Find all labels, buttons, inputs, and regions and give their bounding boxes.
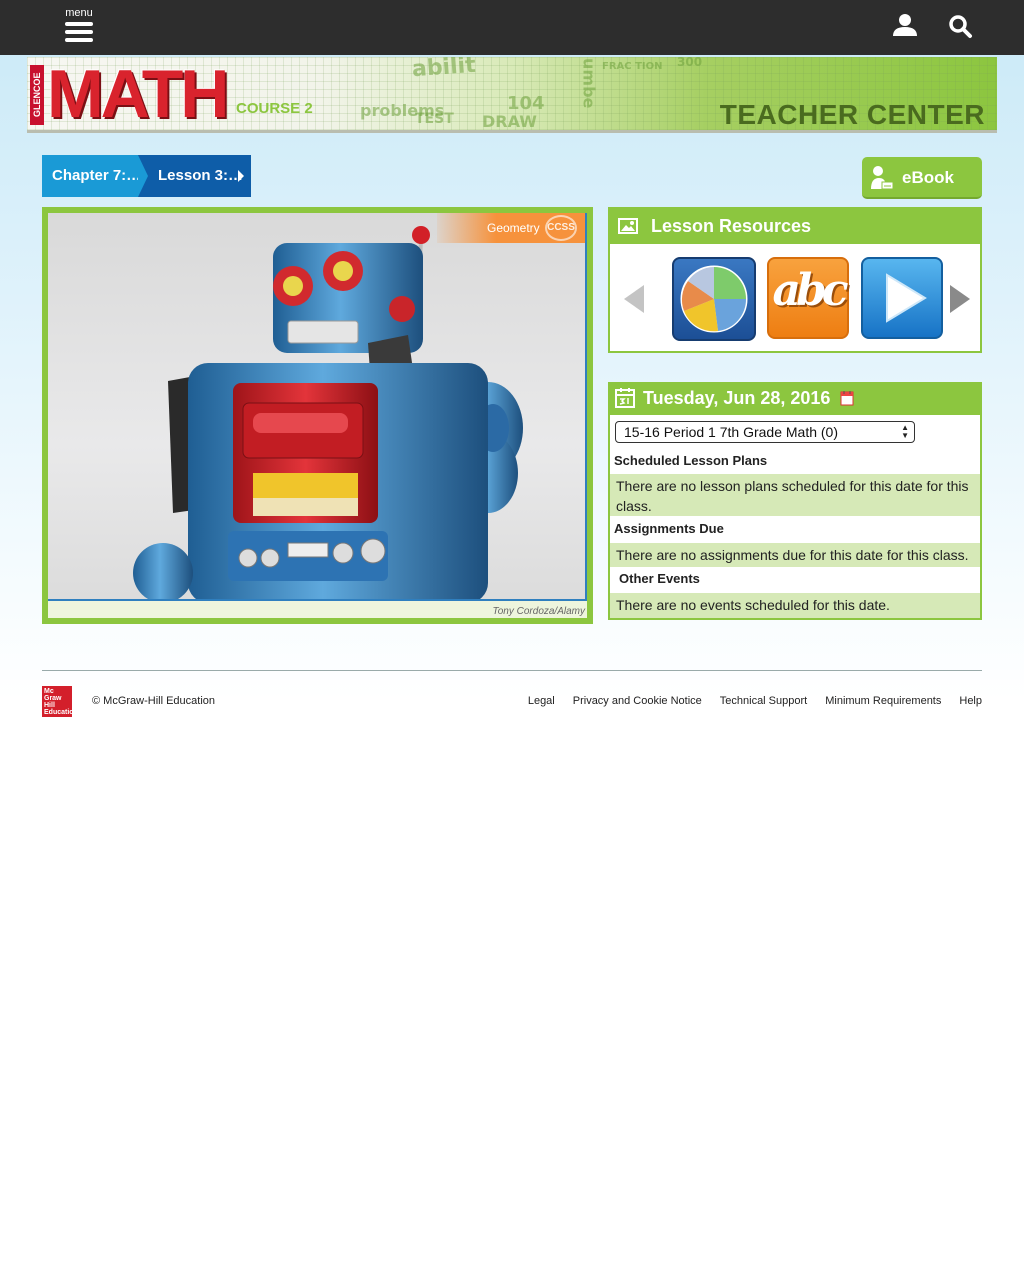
calendar-date: Tuesday, Jun 28, 2016	[643, 388, 831, 408]
pie-chart-icon	[680, 265, 748, 333]
banner-doodle: 104	[507, 93, 545, 114]
resource-video[interactable]	[861, 257, 943, 339]
lesson-resources-header: Lesson Resources	[610, 209, 980, 244]
footer-link-support[interactable]: Technical Support	[720, 695, 807, 707]
breadcrumb-lesson[interactable]: Lesson 3:…	[138, 155, 251, 197]
course-banner: abilit FRAC TION problems 104 DRAW Numbe…	[27, 57, 997, 133]
lesson-image-frame: Geometry CCSS Tony Cordoza/Alamy	[48, 213, 587, 618]
ebook-button[interactable]: eBook	[862, 157, 982, 199]
banner-doodle: FRAC TION	[602, 61, 663, 72]
banner-doodle: Numbe	[579, 57, 599, 109]
reader-icon	[871, 166, 894, 190]
resource-pie-chart[interactable]	[672, 257, 756, 341]
calendar-header: Tuesday, Jun 28, 2016	[608, 382, 982, 415]
abc-icon: abc	[772, 265, 848, 316]
search-button[interactable]	[946, 12, 974, 40]
ccss-badge-icon: CCSS	[545, 215, 577, 241]
geometry-tag-label: Geometry	[487, 221, 540, 235]
user-button[interactable]	[891, 12, 919, 40]
assignments-due-title: Assignments Due	[614, 521, 724, 536]
calendar-icon	[615, 388, 635, 408]
date-picker-icon[interactable]	[840, 390, 854, 406]
search-icon	[949, 15, 972, 38]
other-events-body: There are no events scheduled for this d…	[610, 593, 980, 618]
breadcrumb: Chapter 7:… Lesson 3:…	[42, 155, 251, 197]
image-icon	[618, 218, 638, 234]
other-events-title: Other Events	[619, 571, 700, 586]
footer-link-legal[interactable]: Legal	[528, 695, 555, 707]
footer-divider	[42, 670, 982, 671]
geometry-tag: Geometry CCSS	[437, 213, 585, 243]
menu-label: menu	[65, 7, 93, 19]
course-label: COURSE 2	[236, 100, 313, 117]
select-arrows-icon: ▲ ▼	[901, 423, 909, 440]
footer-link-privacy[interactable]: Privacy and Cookie Notice	[573, 695, 702, 707]
breadcrumb-lesson-label: Lesson 3:…	[158, 167, 244, 184]
banner-doodle: abilit	[411, 57, 477, 83]
lesson-resources-panel: Lesson Resources abc	[608, 207, 982, 353]
robot-illustration	[133, 226, 523, 599]
banner-doodle: DRAW	[482, 112, 537, 131]
assignments-due-body: There are no assignments due for this da…	[610, 543, 980, 567]
hamburger-icon	[65, 22, 93, 42]
copyright: © McGraw-Hill Education	[92, 695, 216, 707]
photo-credit: Tony Cordoza/Alamy	[492, 606, 585, 617]
class-select-value: 15-16 Period 1 7th Grade Math (0)	[624, 424, 839, 440]
mcgraw-hill-logo[interactable]: Mc Graw Hill Education	[42, 686, 78, 717]
user-icon	[893, 14, 917, 36]
banner-doodle: TEST	[415, 111, 454, 127]
top-nav-bar: menu	[0, 0, 1024, 55]
caret-right-icon	[238, 170, 244, 182]
lesson-resources-title: Lesson Resources	[651, 216, 812, 236]
scheduled-lesson-plans-title: Scheduled Lesson Plans	[614, 453, 768, 468]
class-select[interactable]: 15-16 Period 1 7th Grade Math (0) ▲ ▼	[615, 421, 915, 443]
footer-link-help[interactable]: Help	[959, 695, 982, 707]
ebook-label: eBook	[902, 168, 954, 187]
banner-doodle: 300	[677, 57, 703, 69]
calendar-panel: Tuesday, Jun 28, 2016 15-16 Period 1 7th…	[608, 382, 982, 620]
footer-links: Legal Privacy and Cookie Notice Technica…	[528, 695, 982, 707]
resource-vocabulary[interactable]: abc	[767, 257, 849, 339]
lesson-image-panel: Geometry CCSS Tony Cordoza/Alamy	[42, 207, 593, 624]
glencoe-label: GLENCOE	[30, 65, 44, 125]
footer-link-requirements[interactable]: Minimum Requirements	[825, 695, 941, 707]
scheduled-lesson-plans-body: There are no lesson plans scheduled for …	[610, 474, 980, 516]
carousel-prev-icon[interactable]	[624, 285, 644, 313]
teacher-center-title: TEACHER CENTER	[719, 99, 985, 130]
play-icon	[886, 273, 927, 323]
math-logo: MATH	[47, 57, 229, 132]
carousel-next-icon[interactable]	[950, 285, 970, 313]
lesson-image: Geometry CCSS	[48, 213, 587, 601]
menu-button[interactable]: menu	[62, 7, 96, 47]
